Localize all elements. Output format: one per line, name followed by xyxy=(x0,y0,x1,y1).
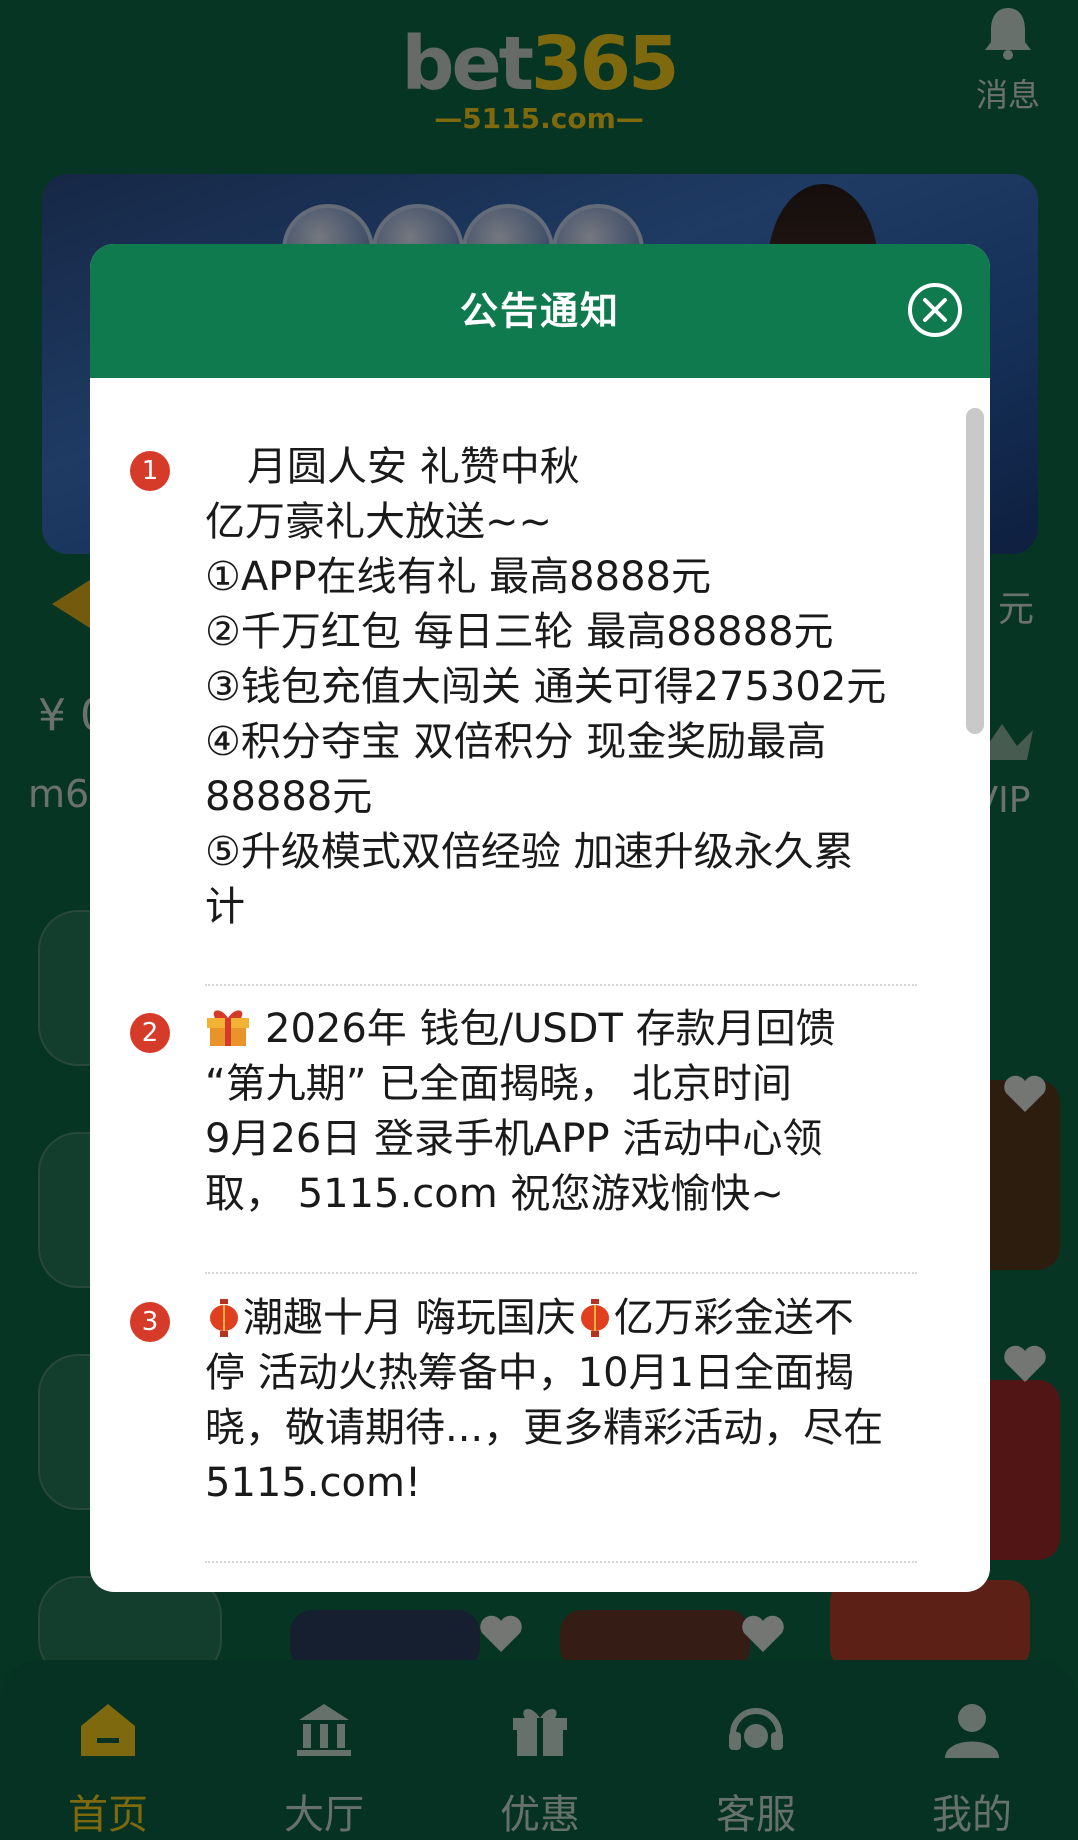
close-button[interactable] xyxy=(908,283,962,337)
gift-icon xyxy=(205,1004,251,1048)
announcement-modal: 公告通知 1 月圆人安 礼赞中秋 亿万豪礼大放送~~ ①APP在线有礼 最高88… xyxy=(90,244,990,1592)
divider xyxy=(205,1561,917,1563)
item-number-badge: 1 xyxy=(130,451,170,491)
divider xyxy=(205,984,917,986)
modal-header: 公告通知 xyxy=(90,244,990,378)
scrollbar[interactable] xyxy=(966,408,984,734)
item-number-badge: 2 xyxy=(130,1013,170,1053)
close-icon xyxy=(923,298,947,322)
divider xyxy=(205,1272,917,1274)
announcement-list[interactable]: 1 月圆人安 礼赞中秋 亿万豪礼大放送~~ ①APP在线有礼 最高8888元 ②… xyxy=(90,378,990,1592)
announcement-text: 月圆人安 礼赞中秋 亿万豪礼大放送~~ ①APP在线有礼 最高8888元 ②千万… xyxy=(205,444,887,930)
lantern-icon xyxy=(580,1297,610,1337)
lantern-icon xyxy=(209,1297,239,1337)
modal-title: 公告通知 xyxy=(459,289,620,333)
item-number-badge: 3 xyxy=(130,1302,170,1342)
announcement-text: 潮趣十月 嗨玩国庆 亿万彩金送不 停 活动火热筹备中，10月1日全面揭 晓，敬请… xyxy=(205,1295,884,1506)
announcement-text: 2026年 钱包/USDT 存款月回馈 “第九期” 已全面揭晓， 北京时间 9月… xyxy=(205,1004,836,1217)
